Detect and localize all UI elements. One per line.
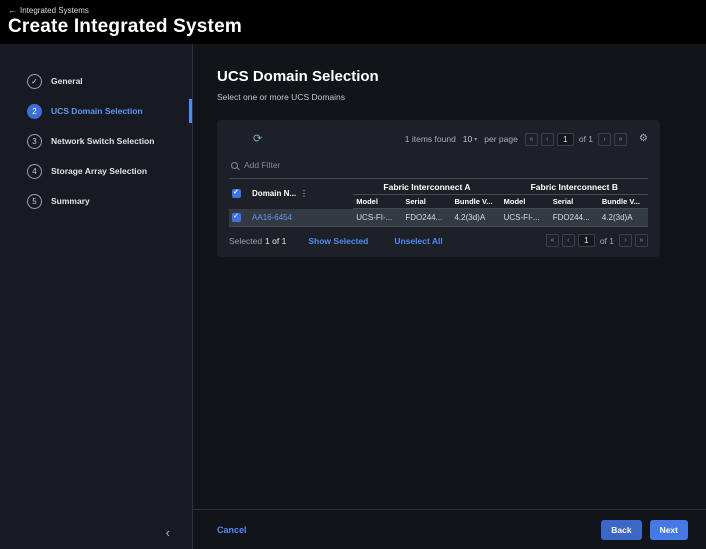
page-number-input[interactable]: [557, 133, 574, 146]
step-label: UCS Domain Selection: [51, 106, 143, 116]
last-page-button[interactable]: »: [614, 133, 627, 146]
row-checkbox[interactable]: [232, 213, 241, 222]
page-total-label: of 1: [600, 236, 614, 246]
step-label: Storage Array Selection: [51, 166, 147, 176]
sidebar-step-general[interactable]: 1 General: [0, 66, 192, 96]
prev-page-button[interactable]: ‹: [541, 133, 554, 146]
group-header-fabric-interconnect-b: Fabric Interconnect B: [501, 179, 648, 195]
back-button[interactable]: Back: [601, 520, 641, 540]
table-toolbar: ⟳ 1 items found 10 ▾ per page « ‹ of 1: [229, 126, 648, 152]
per-page-select[interactable]: 10 ▾: [463, 134, 477, 144]
refresh-icon[interactable]: ⟳: [253, 134, 262, 145]
selected-count: 1 of 1: [265, 236, 286, 246]
column-header-serial-b: Serial: [550, 195, 599, 209]
wizard-steps-sidebar: 1 General 2 UCS Domain Selection 3 Netwo…: [0, 44, 193, 549]
column-header-serial-a: Serial: [402, 195, 451, 209]
show-selected-link[interactable]: Show Selected: [308, 236, 368, 246]
column-header-domain-name[interactable]: Domain N...⋮: [249, 179, 353, 209]
search-icon: [231, 162, 238, 169]
main-content: UCS Domain Selection Select one or more …: [193, 44, 706, 549]
table-footer: Selected 1 of 1 Show Selected Unselect A…: [229, 234, 648, 247]
cell-model-b: UCS-FI-...: [501, 209, 550, 227]
domain-name-link[interactable]: AA16-6454: [252, 213, 292, 222]
selected-label: Selected: [229, 236, 262, 246]
top-pagination: « ‹ of 1 › »: [525, 133, 627, 146]
step-label: Summary: [51, 196, 90, 206]
sort-icon[interactable]: ⋮: [300, 189, 308, 198]
ucs-domain-table: Domain N...⋮ Fabric Interconnect A Fabri…: [229, 178, 648, 227]
step-number-icon: 2: [27, 104, 42, 119]
top-header: ← Integrated Systems Create Integrated S…: [0, 0, 706, 44]
section-title: UCS Domain Selection: [217, 68, 706, 85]
sidebar-step-summary[interactable]: 5 Summary: [0, 186, 192, 216]
step-number-icon: 3: [27, 134, 42, 149]
step-number-icon: 4: [27, 164, 42, 179]
group-header-fabric-interconnect-a: Fabric Interconnect A: [353, 179, 500, 195]
header-checkbox[interactable]: [232, 189, 241, 198]
cell-bundle-a: 4.2(3d)A: [451, 209, 500, 227]
cell-serial-b: FDO244...: [550, 209, 599, 227]
cell-serial-a: FDO244...: [402, 209, 451, 227]
sidebar-step-ucs-domain-selection[interactable]: 2 UCS Domain Selection: [0, 96, 192, 126]
first-page-button[interactable]: «: [525, 133, 538, 146]
back-arrow-icon: ←: [8, 5, 17, 15]
bottom-pagination: « ‹ of 1 › »: [546, 234, 648, 247]
step-number-icon: 5: [27, 194, 42, 209]
sidebar-collapse-button[interactable]: ‹: [166, 526, 170, 539]
step-label: Network Switch Selection: [51, 136, 154, 146]
ucs-domain-table-panel: ⟳ 1 items found 10 ▾ per page « ‹ of 1: [217, 120, 660, 257]
column-header-model-a: Model: [353, 195, 402, 209]
page-title: Create Integrated System: [8, 16, 706, 38]
first-page-button[interactable]: «: [546, 234, 559, 247]
per-page-label: per page: [484, 134, 518, 144]
prev-page-button[interactable]: ‹: [562, 234, 575, 247]
cell-bundle-b: 4.2(3d)A: [599, 209, 648, 227]
next-page-button[interactable]: ›: [619, 234, 632, 247]
filter-bar: [231, 154, 648, 176]
table-row[interactable]: AA16-6454 UCS-FI-... FDO244... 4.2(3d)A …: [229, 209, 648, 227]
gear-icon[interactable]: ⚙: [639, 134, 648, 144]
column-header-model-b: Model: [501, 195, 550, 209]
step-completed-check-icon: 1: [27, 74, 42, 89]
page-number-input[interactable]: [578, 234, 595, 247]
add-filter-input[interactable]: [244, 160, 444, 170]
chevron-down-icon: ▾: [474, 136, 477, 143]
column-header-bundle-a: Bundle V...: [451, 195, 500, 209]
per-page-value: 10: [463, 134, 472, 144]
column-header-bundle-b: Bundle V...: [599, 195, 648, 209]
app-window: ← Integrated Systems Create Integrated S…: [0, 0, 706, 549]
sidebar-step-storage-array-selection[interactable]: 4 Storage Array Selection: [0, 156, 192, 186]
cancel-link[interactable]: Cancel: [217, 525, 247, 535]
breadcrumb-label: Integrated Systems: [20, 6, 89, 15]
items-found-label: 1 items found: [405, 134, 456, 144]
next-page-button[interactable]: ›: [598, 133, 611, 146]
next-button[interactable]: Next: [650, 520, 688, 540]
section-subtitle: Select one or more UCS Domains: [217, 92, 706, 102]
last-page-button[interactable]: »: [635, 234, 648, 247]
page-total-label: of 1: [579, 134, 593, 144]
step-label: General: [51, 76, 83, 86]
unselect-all-link[interactable]: Unselect All: [394, 236, 442, 246]
sidebar-step-network-switch-selection[interactable]: 3 Network Switch Selection: [0, 126, 192, 156]
breadcrumb-back[interactable]: ← Integrated Systems: [8, 5, 706, 15]
wizard-footer: Cancel Back Next: [193, 509, 706, 549]
cell-model-a: UCS-FI-...: [353, 209, 402, 227]
